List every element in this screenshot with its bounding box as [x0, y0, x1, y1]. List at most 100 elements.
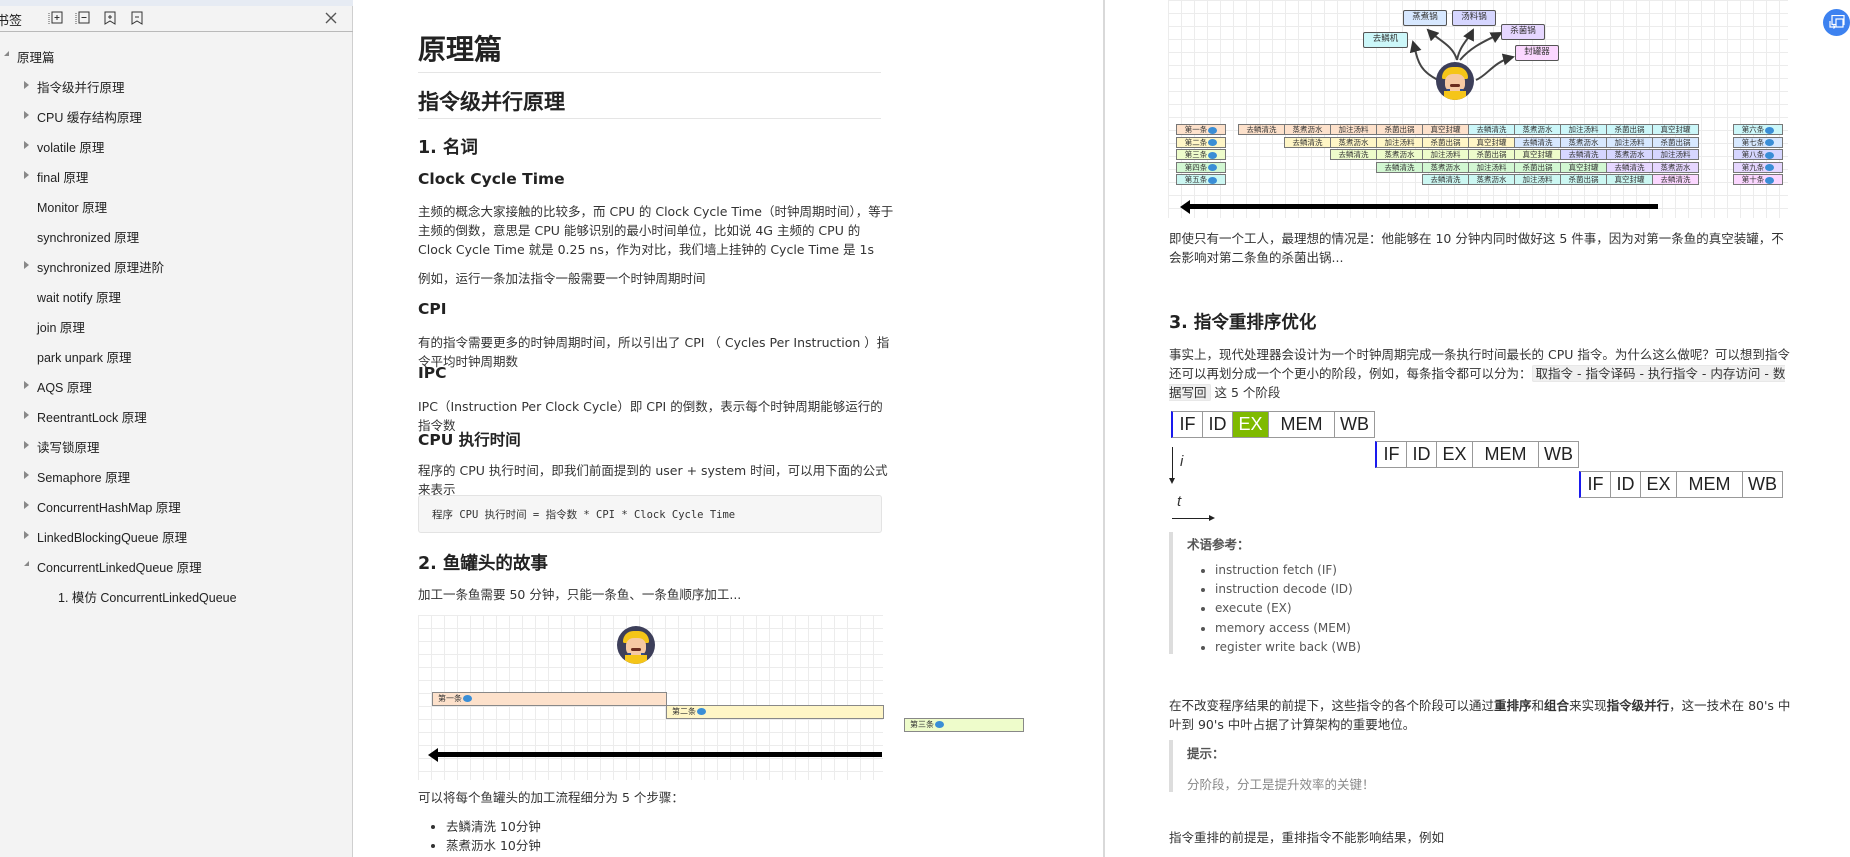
- fish-icon: [697, 708, 706, 715]
- pipeline-stage-if: IF: [1377, 442, 1407, 467]
- pipeline-stage-id: ID: [1203, 412, 1233, 437]
- bookmark-item[interactable]: CPU 缓存结构原理: [0, 104, 350, 126]
- pipeline-stage-mem: MEM: [1473, 442, 1539, 467]
- collapsed-arrow-icon[interactable]: [24, 531, 29, 539]
- pipeline-cell: 加注汤料: [1560, 124, 1607, 135]
- bookmark-item[interactable]: AQS 原理: [0, 374, 350, 396]
- fish-icon: [1765, 176, 1775, 184]
- pipeline-cell: 去鳞清洗: [1514, 136, 1561, 148]
- fish-label-right: 第九条: [1733, 161, 1783, 173]
- pipeline-cell: 去鳞清洗: [1376, 161, 1423, 173]
- bold-text: 组合: [1544, 698, 1570, 713]
- collapsed-arrow-icon[interactable]: [24, 171, 29, 179]
- fish-icon: [1765, 151, 1775, 159]
- pipeline-cell: 去鳞清洗: [1606, 161, 1653, 173]
- bookmark-item[interactable]: ReentrantLock 原理: [0, 404, 350, 426]
- collapsed-arrow-icon[interactable]: [24, 141, 29, 149]
- page-title: 原理篇: [418, 33, 503, 66]
- bookmark-item[interactable]: synchronized 原理: [0, 224, 350, 246]
- bold-text: 重排序: [1494, 698, 1532, 713]
- pipeline-cell: 去鳞清洗: [1468, 124, 1515, 135]
- bookmark-label: volatile 原理: [37, 141, 105, 155]
- fish-label: 第五条: [1184, 175, 1208, 184]
- paragraph-text: 在不改变程序结果的前提下，这些指令的各个阶段可以通过: [1169, 698, 1495, 713]
- fish-bar-label: 第一条: [438, 694, 462, 703]
- bookmark-item[interactable]: Monitor 原理: [0, 194, 350, 216]
- fish-bar-2: 第二条: [666, 705, 884, 719]
- time-axis-arrow: [1209, 515, 1215, 521]
- pipeline-cell: 真空封罐: [1468, 136, 1515, 148]
- chapter-title: 指令级并行原理: [418, 90, 565, 114]
- section-title: 3. 指令重排序优化: [1169, 313, 1317, 333]
- pipeline-stage-if: IF: [1173, 412, 1203, 437]
- close-icon[interactable]: [323, 10, 339, 26]
- bookmark-item[interactable]: 原理篇: [0, 44, 350, 66]
- expanded-arrow-icon[interactable]: [4, 51, 9, 56]
- section-title: 2. 鱼罐头的故事: [418, 554, 548, 574]
- floating-action-button[interactable]: [1823, 9, 1850, 36]
- pipeline-stage-ex: EX: [1641, 472, 1677, 497]
- pipeline-stage-ex: EX: [1233, 412, 1269, 437]
- expanded-arrow-icon[interactable]: [24, 561, 29, 566]
- bookmark-item[interactable]: volatile 原理: [0, 134, 350, 156]
- fish-icon: [1208, 126, 1218, 134]
- fish-label: 第三条: [1184, 150, 1208, 159]
- fish-bar-1: 第一条: [432, 692, 667, 706]
- fish-label-right: 第六条: [1733, 124, 1783, 135]
- remove-bookmark-icon[interactable]: [129, 10, 145, 26]
- worker-avatar-icon: [617, 626, 655, 664]
- pipeline-stage-wb: WB: [1335, 412, 1375, 437]
- pipeline-cell: 去鳞清洗: [1560, 149, 1607, 160]
- fish-icon: [1208, 151, 1218, 159]
- collapsed-arrow-icon[interactable]: [24, 111, 29, 119]
- bookmark-label: 原理篇: [17, 51, 55, 65]
- bookmark-item[interactable]: ConcurrentHashMap 原理: [0, 494, 350, 516]
- bookmark-item[interactable]: Semaphore 原理: [0, 464, 350, 486]
- collapsed-arrow-icon[interactable]: [24, 261, 29, 269]
- collapsed-arrow-icon[interactable]: [24, 441, 29, 449]
- collapsed-arrow-icon[interactable]: [24, 411, 29, 419]
- bookmark-sidebar: 书签 原理篇指令级并行原理 CPU 缓存结构原理 volatile 原理 final …: [0, 0, 353, 857]
- pipeline-cell: 加注汤料: [1514, 174, 1561, 185]
- pipeline-cell: 蒸煮沥水: [1330, 136, 1377, 148]
- terms-quote: 术语参考： instruction fetch (IF)instruction …: [1169, 532, 1769, 654]
- paragraph: 有的指令需要更多的时钟周期时间，所以引出了 CPI （ Cycles Per I…: [418, 335, 890, 369]
- divider: [418, 72, 881, 73]
- pipeline-cell: 杀菌出锅: [1606, 124, 1653, 135]
- bookmark-item[interactable]: 读写锁原理: [0, 434, 350, 456]
- collapsed-arrow-icon[interactable]: [24, 501, 29, 509]
- bookmark-item[interactable]: ConcurrentLinkedQueue 原理: [0, 554, 350, 576]
- list-item: 蒸煮沥水 10分钟: [446, 836, 541, 855]
- fish-label: 第一条: [1184, 125, 1208, 134]
- expand-all-icon[interactable]: [48, 10, 64, 26]
- bookmark-item[interactable]: 1. 模仿 ConcurrentLinkedQueue: [0, 584, 350, 606]
- collapsed-arrow-icon[interactable]: [24, 81, 29, 89]
- bookmark-item[interactable]: synchronized 原理进阶: [0, 254, 350, 276]
- collapse-all-icon[interactable]: [75, 10, 91, 26]
- bookmark-label: join 原理: [37, 321, 85, 335]
- bookmark-label: ConcurrentLinkedQueue 原理: [37, 561, 202, 575]
- pipeline-cell: 杀菌出锅: [1652, 136, 1699, 148]
- bookmark-item[interactable]: final 原理: [0, 164, 350, 186]
- bookmark-item[interactable]: LinkedBlockingQueue 原理: [0, 524, 350, 546]
- quote-title: 术语参考：: [1187, 537, 1250, 552]
- machine-soup-pot: 汤料锅: [1452, 10, 1496, 26]
- bookmark-item[interactable]: park unpark 原理: [0, 344, 350, 366]
- collapsed-arrow-icon[interactable]: [24, 381, 29, 389]
- fish-label: 第十条: [1741, 175, 1765, 184]
- fish-label: 第八条: [1741, 150, 1765, 159]
- bookmark-label: park unpark 原理: [37, 351, 132, 365]
- pipeline-cell: 真空封罐: [1422, 124, 1469, 135]
- add-bookmark-icon[interactable]: [102, 10, 118, 26]
- bookmark-item[interactable]: join 原理: [0, 314, 350, 336]
- bookmark-item[interactable]: wait notify 原理: [0, 284, 350, 306]
- fish-label-left: 第一条: [1176, 124, 1226, 135]
- sidebar-title: 书签: [0, 13, 23, 28]
- tip-text: 分阶段，分工是提升效率的关键！: [1187, 777, 1375, 792]
- bookmark-label: Semaphore 原理: [37, 471, 131, 485]
- collapsed-arrow-icon[interactable]: [24, 471, 29, 479]
- bookmark-item[interactable]: 指令级并行原理: [0, 74, 350, 96]
- pipeline-cell: 加注汤料: [1652, 149, 1699, 160]
- pipeline-cell: 真空封罐: [1606, 174, 1653, 185]
- bookmark-label: LinkedBlockingQueue 原理: [37, 531, 188, 545]
